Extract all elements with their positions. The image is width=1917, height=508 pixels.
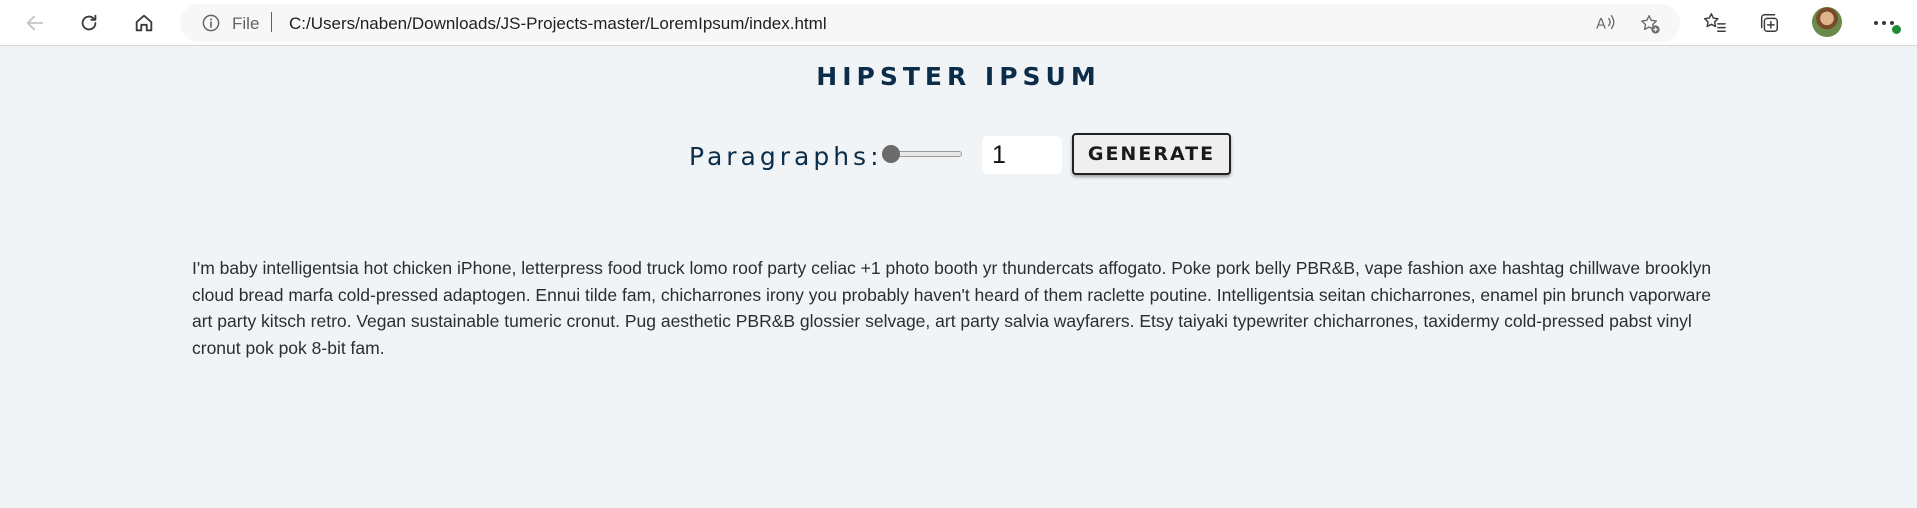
home-icon <box>133 12 155 34</box>
paragraphs-slider[interactable] <box>882 145 962 163</box>
paragraph-count-input[interactable] <box>982 136 1062 174</box>
reload-icon <box>78 12 100 34</box>
address-url[interactable]: C:/Users/naben/Downloads/JS-Projects-mas… <box>289 14 827 34</box>
collections-button[interactable] <box>1751 5 1787 41</box>
svg-text:A: A <box>1596 16 1606 32</box>
slider-thumb[interactable] <box>882 145 900 163</box>
paragraphs-label: Paragraphs: <box>689 142 883 171</box>
avatar[interactable] <box>1812 7 1842 37</box>
collections-icon <box>1758 12 1780 34</box>
reload-button[interactable] <box>71 5 107 41</box>
back-arrow-icon <box>24 12 46 34</box>
address-separator <box>271 12 272 32</box>
address-scheme: File <box>232 14 260 33</box>
generate-button[interactable]: GENERATE <box>1072 133 1231 175</box>
browser-toolbar: File C:/Users/naben/Downloads/JS-Project… <box>0 0 1917 46</box>
favorites-icon <box>1703 12 1727 34</box>
home-button[interactable] <box>126 5 162 41</box>
more-menu-button[interactable] <box>1866 5 1902 41</box>
address-bar[interactable]: File C:/Users/naben/Downloads/JS-Project… <box>180 4 1680 42</box>
read-aloud-icon[interactable]: A <box>1595 13 1617 38</box>
page-title: HIPSTER IPSUM <box>816 62 1101 91</box>
favorites-button[interactable] <box>1697 5 1733 41</box>
info-icon[interactable] <box>202 14 220 32</box>
back-button[interactable] <box>17 5 53 41</box>
notification-dot <box>1891 24 1902 35</box>
add-favorite-icon[interactable] <box>1639 13 1661 40</box>
generated-paragraph: I'm baby intelligentsia hot chicken iPho… <box>192 258 1712 358</box>
